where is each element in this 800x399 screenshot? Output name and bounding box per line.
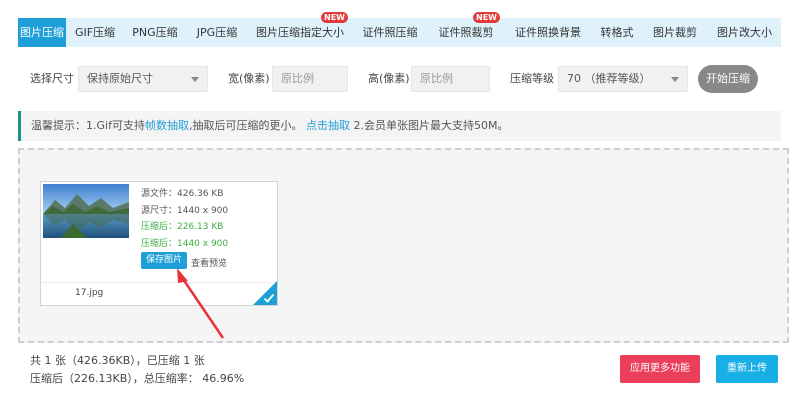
- height-label: 高(像素): [368, 72, 410, 85]
- width-input[interactable]: 原比例: [272, 66, 348, 92]
- tab-image-crop[interactable]: 图片裁剪: [642, 18, 708, 47]
- tip-text: 2.会员单张图片最大支持50M。: [349, 119, 509, 132]
- tab-png-compress[interactable]: PNG压缩: [124, 18, 186, 47]
- height-placeholder: 原比例: [420, 72, 453, 85]
- size-select[interactable]: 保持原始尺寸: [78, 66, 208, 92]
- reupload-button[interactable]: 重新上传: [716, 355, 778, 383]
- tab-label: 图片裁剪: [653, 26, 697, 39]
- image-thumbnail[interactable]: [43, 184, 129, 238]
- source-dimensions: 源尺寸：1440 x 900: [141, 205, 229, 216]
- tip-text: 温馨提示：1.Gif可支持: [31, 119, 145, 132]
- new-badge: NEW: [473, 12, 500, 23]
- compressed-file-size: 压缩后：226.13 KB: [141, 222, 224, 232]
- summary-count: 共 1 张（426.36KB），已压缩 1 张: [30, 354, 205, 367]
- tab-jpg-compress[interactable]: JPG压缩: [186, 18, 248, 47]
- tab-label: 证件照裁剪: [438, 26, 494, 39]
- options-row: 选择尺寸 保持原始尺寸 宽(像素) 原比例 高(像素) 原比例 压缩等级 70 …: [18, 65, 781, 93]
- tab-bar: 图片压缩 GIF压缩 PNG压缩 JPG压缩 图片压缩指定大小 NEW 证件照压缩…: [18, 12, 781, 47]
- card-divider: [41, 282, 277, 283]
- chevron-down-icon: [191, 77, 199, 82]
- tab-label: 图片改大小: [717, 26, 772, 39]
- tab-label: 图片压缩指定大小: [256, 26, 344, 39]
- start-compress-button[interactable]: 开始压缩: [698, 65, 758, 93]
- tab-label: 图片压缩: [20, 26, 64, 39]
- tab-id-photo-crop[interactable]: 证件照裁剪 NEW: [428, 12, 504, 47]
- tab-label: JPG压缩: [196, 26, 238, 39]
- tip-text: ,抽取后可压缩的更小。: [188, 119, 303, 132]
- summary-ratio: 压缩后（226.13KB），总压缩率： 46.96%: [30, 372, 245, 385]
- image-meta: 源文件：426.36 KB 源尺寸：1440 x 900 压缩后：226.13 …: [141, 186, 228, 252]
- size-label: 选择尺寸: [30, 72, 74, 85]
- summary: 共 1 张（426.36KB），已压缩 1 张 压缩后（226.13KB），总压…: [30, 352, 244, 388]
- compressed-dimensions: 压缩后：1440 x 900: [141, 238, 229, 249]
- tab-label: 证件照换背景: [515, 26, 581, 39]
- tab-label: 证件照压缩: [362, 26, 418, 39]
- tab-id-photo-compress[interactable]: 证件照压缩: [352, 18, 428, 47]
- tab-id-photo-background[interactable]: 证件照换背景: [504, 18, 592, 47]
- tip-bar: 温馨提示：1.Gif可支持帧数抽取,抽取后可压缩的更小。 点击抽取 2.会员单张…: [18, 111, 781, 141]
- save-image-button[interactable]: 保存图片: [141, 252, 187, 269]
- frame-extract-link[interactable]: 帧数抽取: [145, 119, 189, 132]
- image-card: 源文件：426.36 KB 源尺寸：1440 x 900 压缩后：226.13 …: [40, 181, 278, 306]
- level-select-value: 70 （推荐等级）: [567, 72, 651, 85]
- tab-gif-compress[interactable]: GIF压缩: [66, 18, 124, 47]
- view-preview-link[interactable]: 查看预览: [191, 256, 227, 269]
- level-select[interactable]: 70 （推荐等级）: [558, 66, 688, 92]
- tab-label: PNG压缩: [132, 26, 178, 39]
- tab-image-resize[interactable]: 图片改大小: [708, 18, 781, 47]
- tab-image-compress[interactable]: 图片压缩: [18, 18, 66, 47]
- click-extract-link[interactable]: 点击抽取: [306, 119, 350, 132]
- file-name: 17.jpg: [75, 288, 104, 298]
- tab-label: 转格式: [600, 26, 634, 39]
- more-features-button[interactable]: 应用更多功能: [620, 355, 700, 383]
- new-badge: NEW: [321, 12, 348, 23]
- width-placeholder: 原比例: [281, 72, 314, 85]
- chevron-down-icon: [671, 77, 679, 82]
- source-file-size: 源文件：426.36 KB: [141, 189, 224, 199]
- height-input[interactable]: 原比例: [411, 66, 490, 92]
- size-select-value: 保持原始尺寸: [87, 72, 153, 85]
- tab-label: GIF压缩: [74, 26, 116, 39]
- level-label: 压缩等级: [510, 72, 554, 85]
- tab-compress-to-size[interactable]: 图片压缩指定大小 NEW: [248, 12, 352, 47]
- check-icon: [263, 293, 275, 303]
- tab-convert-format[interactable]: 转格式: [592, 18, 642, 47]
- width-label: 宽(像素): [228, 72, 270, 85]
